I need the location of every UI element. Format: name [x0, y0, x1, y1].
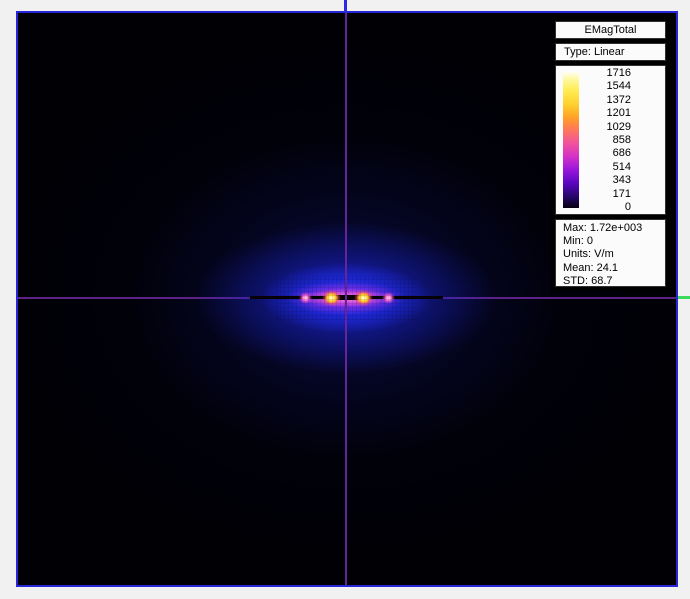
field-cell-grid	[276, 276, 416, 320]
colorbar-tick: 1372	[584, 94, 631, 107]
colorbar-tick: 171	[584, 188, 631, 201]
stat-mean: Mean: 24.1	[563, 262, 665, 275]
colorbar-tick: 686	[584, 147, 631, 160]
stat-std: STD: 68.7	[563, 275, 665, 288]
field-plot-window: EMagTotal Type: Linear 1716 1544 1372 12…	[0, 0, 690, 599]
legend-stats-section: Max: 1.72e+003 Min: 0 Units: V/m Mean: 2…	[555, 219, 666, 287]
colorbar-tick: 0	[584, 201, 631, 214]
vertical-axis-marker-icon	[344, 0, 347, 12]
colorbar-tick: 858	[584, 134, 631, 147]
legend-panel[interactable]: EMagTotal Type: Linear 1716 1544 1372 12…	[551, 17, 672, 291]
stat-units: Units: V/m	[563, 248, 665, 261]
stat-max: Max: 1.72e+003	[563, 222, 665, 235]
colorbar-tick: 1544	[584, 80, 631, 93]
colorbar-tick: 343	[584, 174, 631, 187]
colorbar-tick: 1201	[584, 107, 631, 120]
colorbar-section: 1716 1544 1372 1201 1029 858 686 514 343…	[555, 65, 666, 215]
colorbar-tick: 514	[584, 161, 631, 174]
legend-scale-type: Type: Linear	[555, 43, 666, 61]
colorbar-tick-labels: 1716 1544 1372 1201 1029 858 686 514 343…	[584, 67, 631, 214]
legend-title: EMagTotal	[555, 21, 666, 39]
stat-min: Min: 0	[563, 235, 665, 248]
colorbar-gradient	[563, 71, 579, 208]
colorbar-tick: 1029	[584, 121, 631, 134]
horizontal-axis-marker-icon	[678, 296, 690, 299]
colorbar-tick: 1716	[584, 67, 631, 80]
